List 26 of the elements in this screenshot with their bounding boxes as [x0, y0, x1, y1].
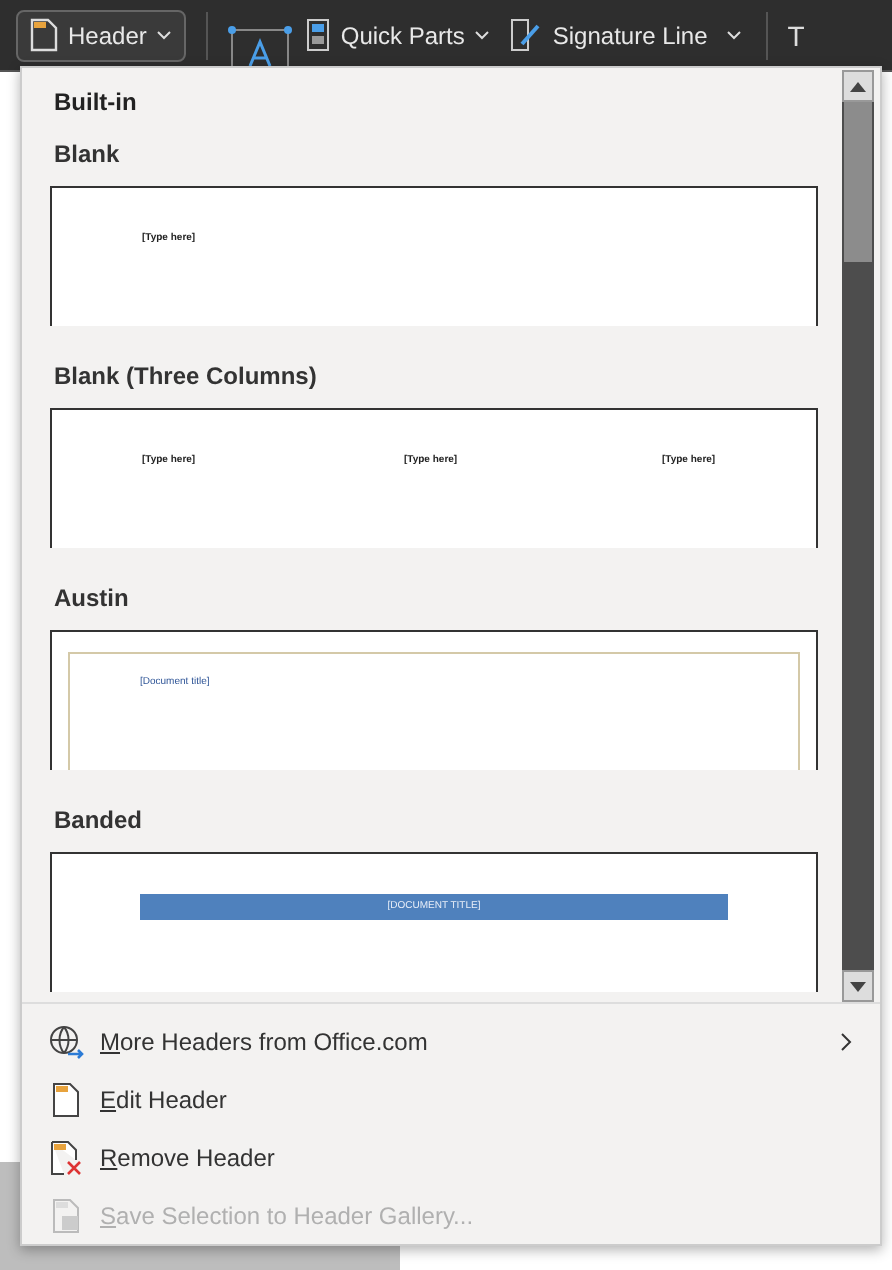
scroll-up-icon[interactable] [842, 70, 874, 102]
document-save-icon [48, 1197, 84, 1233]
document-remove-icon [48, 1139, 84, 1175]
gallery-item-title: Banded [52, 806, 145, 838]
document-icon [30, 18, 58, 52]
caret-icon [474, 30, 491, 40]
caret-icon [156, 30, 173, 40]
scroll-thumb[interactable] [844, 102, 872, 262]
menu-item[interactable]: Remove Header [22, 1128, 880, 1186]
menu-item[interactable]: Edit Header [22, 1070, 880, 1128]
document-parts-icon [306, 18, 331, 52]
globe-icon [48, 1023, 84, 1059]
signature-icon [510, 18, 543, 52]
document-icon [48, 1081, 84, 1117]
ribbon-label: T [787, 19, 805, 51]
scrollbar[interactable] [842, 70, 874, 1002]
scroll-down-icon[interactable] [842, 970, 874, 1002]
gallery-category: Built-in [52, 86, 139, 120]
header-button[interactable]: Header [16, 9, 187, 61]
menu-item[interactable]: More Headers from Office.com [22, 1012, 880, 1070]
text-box-icon[interactable] [228, 21, 293, 65]
quick-parts-button[interactable]: Quick Parts [300, 10, 497, 60]
gallery-item-title: Blank (Three Columns) [52, 362, 319, 394]
gallery-item-title: Austin [52, 584, 131, 616]
signature-line-button[interactable]: Signature Line [504, 10, 714, 60]
gallery-item-title: Blank [52, 140, 122, 172]
